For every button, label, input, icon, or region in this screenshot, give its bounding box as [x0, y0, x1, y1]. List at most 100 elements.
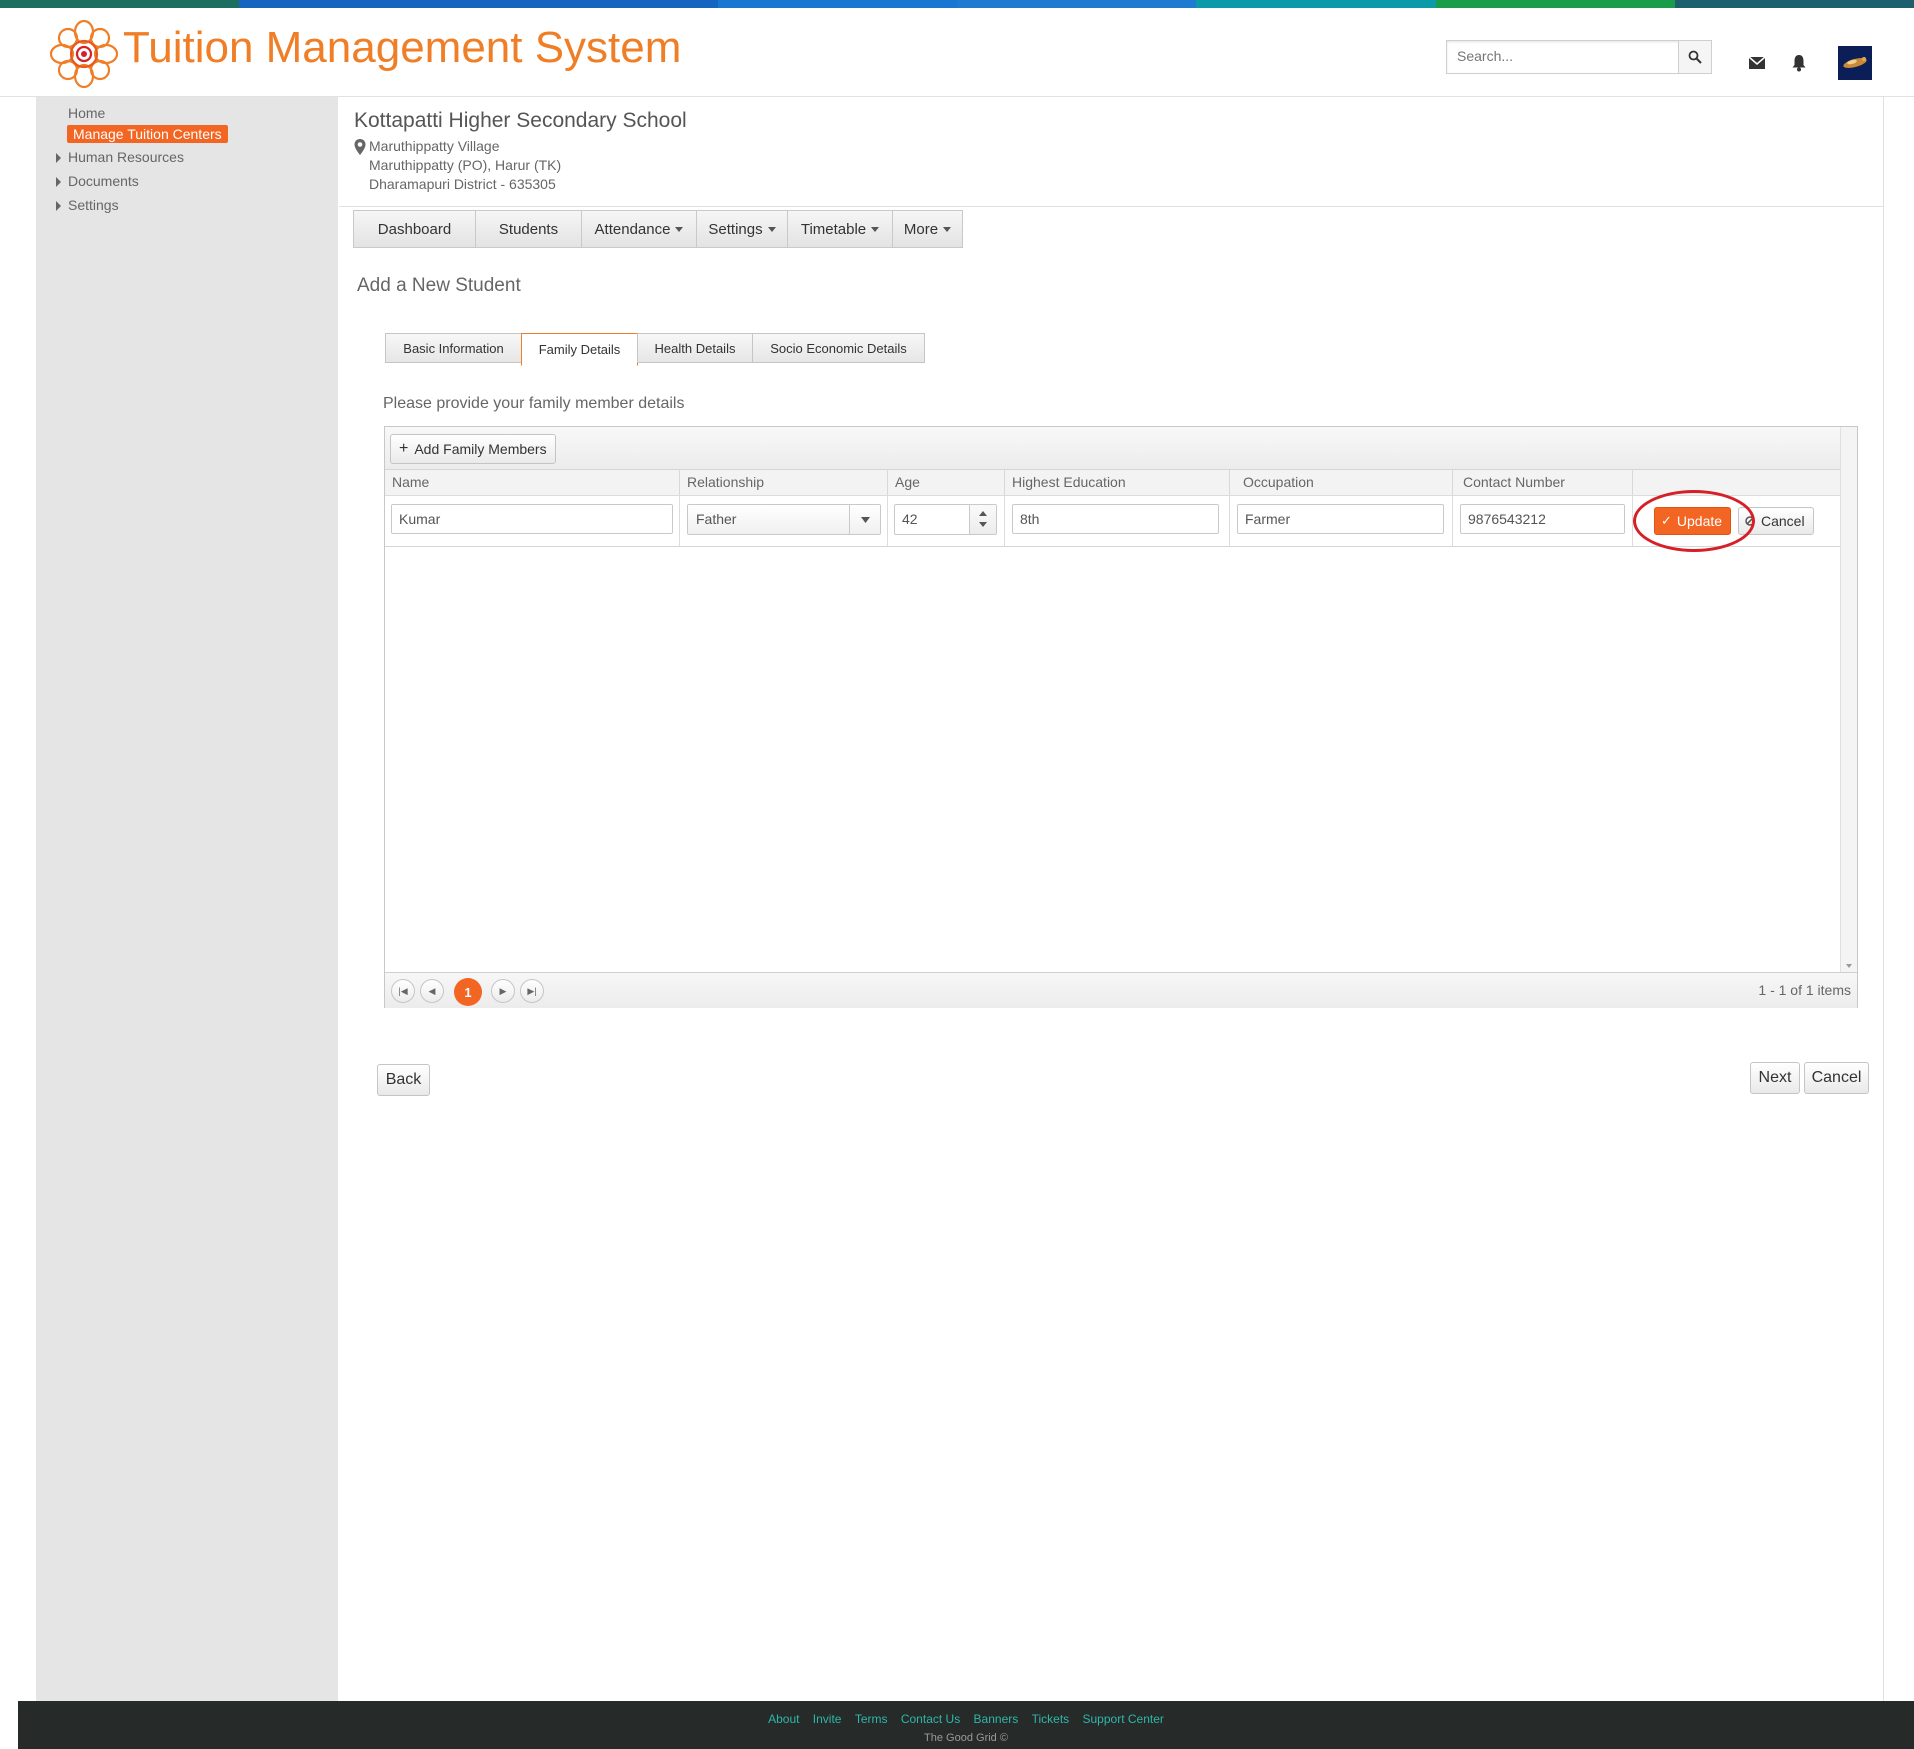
app-title: Tuition Management System [123, 23, 682, 72]
map-pin-icon [354, 139, 366, 155]
stepper-buttons[interactable] [969, 505, 996, 534]
notifications-button[interactable] [1788, 52, 1810, 74]
cancel-button[interactable]: Cancel [1804, 1062, 1869, 1094]
back-button[interactable]: Back [377, 1064, 430, 1096]
grid-scrollbar[interactable] [1840, 427, 1857, 972]
cancel-icon [1745, 513, 1755, 529]
last-page-icon: ▶| [527, 985, 537, 996]
last-page-button[interactable]: ▶| [520, 979, 544, 1003]
next-button[interactable]: Next [1750, 1062, 1800, 1094]
student-form-tabs: Basic Information Family Details Health … [385, 333, 925, 366]
caret-right-icon [56, 177, 61, 187]
grid-pager: |◀ ◀ 1 ▶ ▶| 1 - 1 of 1 items [385, 972, 1857, 1008]
add-family-members-button[interactable]: + Add Family Members [390, 434, 556, 464]
family-members-grid: + Add Family Members Name Relationship A… [384, 426, 1858, 1008]
address-line-3: Dharamapuri District - 635305 [369, 176, 556, 192]
column-header-actions [1632, 470, 1840, 495]
stripe-segment [239, 0, 479, 8]
stripe-segment [1196, 0, 1436, 8]
cancel-edit-button[interactable]: Cancel [1738, 507, 1814, 535]
relationship-dropdown[interactable]: Father [687, 504, 881, 535]
column-header-name[interactable]: Name [385, 470, 679, 495]
arrow-up-icon [979, 511, 987, 516]
previous-page-button[interactable]: ◀ [420, 979, 444, 1003]
school-name: Kottapatti Higher Secondary School [354, 109, 687, 132]
previous-page-icon: ◀ [428, 985, 436, 996]
footer-link-terms[interactable]: Terms [855, 1712, 888, 1726]
arrow-down-icon [979, 522, 987, 527]
caret-down-icon [767, 226, 776, 232]
check-icon: ✓ [1661, 513, 1672, 528]
footer-link-contact-us[interactable]: Contact Us [901, 1712, 960, 1726]
footer-copyright: The Good Grid © [924, 1732, 1008, 1744]
nav-timetable[interactable]: Timetable [788, 211, 893, 247]
tab-family-details[interactable]: Family Details [521, 333, 638, 366]
search-input[interactable] [1447, 41, 1691, 71]
app-logo-icon [48, 18, 120, 90]
arrow-down-icon [1846, 964, 1852, 968]
sidebar: Home Manage Tuition Centers Human Resour… [36, 97, 338, 1701]
bell-icon [1792, 55, 1806, 72]
age-stepper[interactable]: 42 [894, 504, 997, 535]
first-page-button[interactable]: |◀ [391, 979, 415, 1003]
main-content: Kottapatti Higher Secondary School Marut… [339, 97, 1884, 1701]
sidebar-item-settings[interactable]: Settings [68, 197, 119, 213]
column-header-highest-education[interactable]: Highest Education [1004, 470, 1229, 495]
footer-link-invite[interactable]: Invite [813, 1712, 842, 1726]
mail-icon [1748, 56, 1766, 69]
first-page-icon: |◀ [398, 985, 408, 996]
chevron-down-icon [849, 505, 880, 534]
divider [339, 206, 1883, 207]
tab-health-details[interactable]: Health Details [637, 333, 753, 363]
instructions-text: Please provide your family member detail… [383, 395, 685, 412]
stripe-segment [1435, 0, 1675, 8]
sidebar-item-manage-tuition-centers[interactable]: Manage Tuition Centers [67, 125, 228, 143]
main-nav: Dashboard Students Attendance Settings T… [353, 210, 963, 248]
address-line-2: Maruthippatty (PO), Harur (TK) [369, 157, 562, 173]
search-icon [1688, 50, 1702, 64]
name-input[interactable] [391, 504, 673, 534]
caret-down-icon [871, 226, 880, 232]
current-page-button[interactable]: 1 [454, 978, 482, 1006]
footer-link-banners[interactable]: Banners [974, 1712, 1019, 1726]
user-avatar[interactable] [1838, 46, 1872, 80]
highest-education-input[interactable] [1012, 504, 1219, 534]
tab-basic-information[interactable]: Basic Information [385, 333, 522, 363]
column-header-relationship[interactable]: Relationship [679, 470, 887, 495]
app-header: Tuition Management System [0, 8, 1914, 97]
contact-number-input[interactable] [1460, 504, 1625, 534]
stripe-segment [478, 0, 718, 8]
footer-link-tickets[interactable]: Tickets [1032, 1712, 1070, 1726]
sidebar-item-documents[interactable]: Documents [68, 173, 139, 189]
plus-icon: + [399, 440, 409, 457]
next-page-button[interactable]: ▶ [491, 979, 515, 1003]
nav-more[interactable]: More [893, 211, 962, 247]
caret-down-icon [675, 226, 684, 232]
tab-socio-economic-details[interactable]: Socio Economic Details [752, 333, 925, 363]
sidebar-item-home[interactable]: Home [68, 105, 105, 121]
footer-link-about[interactable]: About [768, 1712, 799, 1726]
search-box [1446, 40, 1712, 74]
sidebar-item-human-resources[interactable]: Human Resources [68, 149, 184, 165]
footer-link-support-center[interactable]: Support Center [1083, 1712, 1164, 1726]
messages-button[interactable] [1746, 52, 1768, 74]
search-button[interactable] [1678, 41, 1711, 73]
grid-toolbar: + Add Family Members [385, 427, 1840, 470]
column-header-age[interactable]: Age [887, 470, 1004, 495]
next-page-icon: ▶ [499, 985, 507, 996]
grid-header: Name Relationship Age Highest Education … [385, 470, 1840, 496]
table-row: Father 42 [385, 496, 1840, 547]
nav-dashboard[interactable]: Dashboard [354, 211, 476, 247]
nav-settings[interactable]: Settings [697, 211, 788, 247]
footer-links: About Invite Terms Contact Us Banners Ti… [18, 1712, 1914, 1726]
column-header-contact-number[interactable]: Contact Number [1452, 470, 1632, 495]
update-button[interactable]: ✓ Update [1654, 507, 1732, 535]
caret-right-icon [56, 201, 61, 211]
caret-down-icon [943, 226, 952, 232]
column-header-occupation[interactable]: Occupation [1229, 470, 1452, 495]
nav-attendance[interactable]: Attendance [582, 211, 697, 247]
stripe-segment [717, 0, 957, 8]
nav-students[interactable]: Students [476, 211, 582, 247]
occupation-input[interactable] [1237, 504, 1444, 534]
top-color-stripe [0, 0, 1914, 8]
